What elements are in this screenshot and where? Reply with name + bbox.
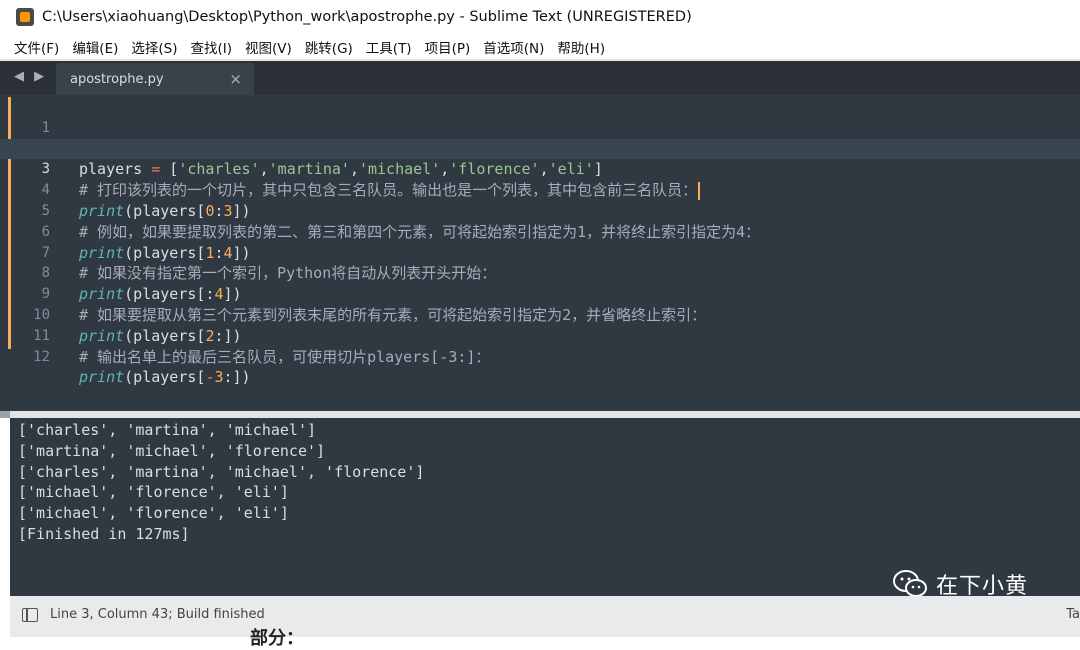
code-line[interactable]: 10 print(players[2:]) (0, 284, 1080, 345)
tab-apostrophe-py[interactable]: apostrophe.py × (56, 63, 254, 97)
menu-bar: 文件(F) 编辑(E) 选择(S) 查找(I) 视图(V) 跳转(G) 工具(T… (0, 34, 1080, 59)
title-bar: C:\Users\xiaohuang\Desktop\Python_work\a… (0, 0, 1080, 34)
window-title: C:\Users\xiaohuang\Desktop\Python_work\a… (42, 9, 692, 25)
tab-strip: ◀ ▶ apostrophe.py × (0, 59, 1080, 97)
code-editor[interactable]: 1 # 使用切片，举例： 2 players = ['charles','mar… (0, 95, 1080, 411)
menu-view[interactable]: 视图(V) (245, 37, 292, 57)
output-line: ['charles', 'martina', 'michael'] (18, 421, 317, 439)
code-line[interactable]: 6 print(players[1:4]) (0, 201, 1080, 262)
menu-goto[interactable]: 跳转(G) (305, 37, 353, 57)
panel-toggle-icon[interactable] (22, 608, 38, 622)
status-tab-size[interactable]: Ta (1066, 607, 1080, 622)
code-line-current[interactable]: 3 # 打印该列表的一个切片，其中只包含三名队员。输出也是一个列表，其中包含前三… (0, 138, 1080, 200)
code-line[interactable]: 9 # 如果要提取从第三个元素到列表末尾的所有元素，可将起始索引指定为2，并省略… (0, 263, 1080, 324)
code-line[interactable]: 8 print(players[:4]) (0, 243, 1080, 303)
menu-edit[interactable]: 编辑(E) (72, 37, 118, 57)
output-line: ['michael', 'florence', 'eli'] (18, 483, 289, 502)
code-line[interactable]: 5 # 例如，如果要提取列表的第二、第三和第四个元素，可将起始索引指定为1，并将… (0, 180, 1080, 241)
menu-help[interactable]: 帮助(H) (557, 37, 605, 57)
menu-preferences[interactable]: 首选项(N) (483, 37, 544, 57)
code-text: # 输出名单上的最后三名队员，可使用切片players[-3:]： (79, 347, 491, 366)
code-line[interactable]: 2 players = ['charles','martina','michae… (0, 118, 1080, 179)
status-text: Line 3, Column 43; Build finished (50, 607, 265, 622)
menu-selection[interactable]: 选择(S) (131, 37, 177, 57)
code-line[interactable]: 7 # 如果没有指定第一个索引，Python将自动从列表开头开始： (0, 222, 1080, 283)
sublime-app-icon (16, 8, 34, 26)
page-text-peek: 部分： (250, 628, 304, 649)
code-text: print(players[-3:]) (79, 368, 251, 387)
panel-splitter[interactable] (0, 411, 1080, 418)
tab-label: apostrophe.py (70, 72, 164, 87)
menu-project[interactable]: 项目(P) (425, 37, 471, 57)
line-number: 12 (33, 348, 50, 365)
code-line[interactable]: 1 # 使用切片，举例： (0, 97, 1080, 158)
output-line: [Finished in 127ms] (18, 525, 190, 543)
output-line: ['michael', 'florence', 'eli'] (18, 504, 289, 523)
close-icon[interactable]: × (229, 70, 242, 88)
output-line: ['martina', 'michael', 'florence'] (18, 441, 326, 460)
menu-file[interactable]: 文件(F) (14, 37, 59, 57)
code-line[interactable]: 4 print(players[0:3]) (0, 159, 1080, 220)
tab-nav-arrows-icon[interactable]: ◀ ▶ (14, 69, 47, 84)
menu-find[interactable]: 查找(I) (191, 37, 233, 57)
output-line: ['charles', 'martina', 'michael', 'flore… (18, 462, 425, 481)
status-bar: Line 3, Column 43; Build finished Ta (10, 596, 1080, 637)
code-line[interactable]: 12 print(players[-3:]) (0, 326, 1080, 387)
build-output-panel[interactable]: ['charles', 'martina', 'michael'] ['mart… (10, 418, 1080, 599)
menu-tools[interactable]: 工具(T) (366, 37, 412, 57)
wechat-icon (893, 570, 927, 597)
code-line[interactable]: 11 # 输出名单上的最后三名队员，可使用切片players[-3:]： (0, 305, 1080, 366)
